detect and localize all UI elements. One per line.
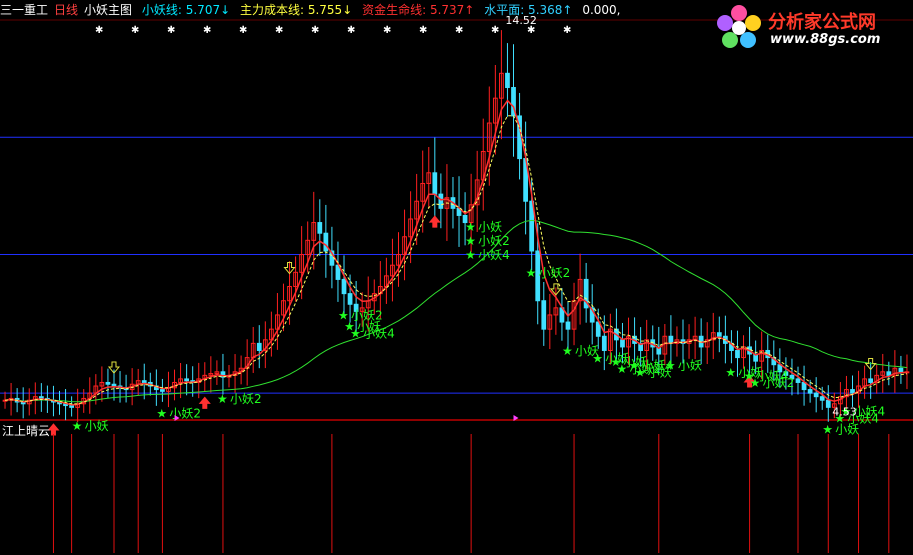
candle-body bbox=[317, 222, 323, 234]
star-label: 小妖 bbox=[478, 220, 502, 234]
header-star-mark: ✱ bbox=[383, 25, 391, 36]
header-star-mark: ✱ bbox=[95, 25, 103, 36]
candle-body bbox=[541, 300, 547, 330]
candle-body bbox=[505, 72, 510, 89]
star-icon: ★ bbox=[629, 358, 640, 372]
candle-body bbox=[69, 405, 74, 408]
star-icon: ★ bbox=[217, 392, 228, 406]
candle-body bbox=[668, 335, 674, 344]
candle-body bbox=[323, 232, 329, 252]
header-star-mark: ✱ bbox=[275, 25, 283, 36]
header-star-mark: ✱ bbox=[167, 25, 175, 36]
candle-body bbox=[825, 399, 831, 408]
star-label: 小妖2 bbox=[539, 266, 571, 280]
header-star-mark: ✱ bbox=[311, 25, 319, 36]
header-star-mark: ✱ bbox=[239, 25, 247, 36]
star-icon: ★ bbox=[616, 362, 627, 376]
candle-body bbox=[716, 332, 722, 337]
price-label: 4.53 bbox=[832, 405, 857, 418]
star-icon: ★ bbox=[665, 358, 676, 372]
star-icon: ★ bbox=[350, 326, 361, 340]
star-icon: ★ bbox=[526, 266, 537, 280]
header-star-mark: ✱ bbox=[131, 25, 139, 36]
star-label: 小妖2 bbox=[478, 234, 510, 248]
star-label: 小妖4 bbox=[478, 248, 510, 262]
logo-title: 分析家公式网 bbox=[768, 12, 876, 33]
price-label: 14.52 bbox=[505, 14, 537, 27]
candle-body bbox=[886, 371, 892, 376]
star-label: 小妖 bbox=[85, 419, 109, 433]
candle-body bbox=[160, 389, 165, 392]
candle-body bbox=[795, 378, 801, 383]
candle-body bbox=[438, 193, 444, 209]
star-icon: ★ bbox=[465, 248, 476, 262]
header-star-mark: ✱ bbox=[455, 25, 463, 36]
star-icon: ★ bbox=[156, 406, 167, 420]
candle-body bbox=[256, 342, 262, 351]
lower-panel-label: 江上晴云 bbox=[2, 424, 51, 438]
candle-body bbox=[341, 278, 347, 295]
star-icon: ★ bbox=[592, 351, 603, 365]
star-icon: ★ bbox=[465, 220, 476, 234]
site-logo: 分析家公式网 www.88gs.com bbox=[712, 2, 913, 54]
star-label: 小妖2 bbox=[169, 406, 201, 420]
candle-body bbox=[184, 378, 190, 382]
candle-body bbox=[141, 380, 147, 383]
star-label: 小妖2 bbox=[763, 376, 795, 390]
candle-body bbox=[601, 335, 607, 351]
header-star-mark: ✱ bbox=[563, 25, 571, 36]
flower-logo-icon bbox=[717, 5, 761, 48]
header-star-mark: ✱ bbox=[491, 25, 499, 36]
candle-body bbox=[735, 349, 740, 359]
star-label: 小妖2 bbox=[230, 392, 262, 406]
candle-body bbox=[898, 367, 904, 373]
candle-body bbox=[807, 389, 813, 394]
candle-body bbox=[38, 396, 44, 399]
star-label: 小妖 bbox=[678, 358, 702, 372]
candle-body bbox=[813, 392, 819, 398]
star-label: 小妖4 bbox=[363, 326, 395, 340]
candle-body bbox=[432, 172, 438, 195]
price-chart: ✱ ✱ ✱ ✱ ✱ ✱ ✱ ✱ ✱ ✱ ✱ ✱ ✱ ✱★ 小妖★ 小妖2★ 小妖2★ 小妖2★ 小妖★ 小妖4★ 小妖★… bbox=[0, 14, 913, 553]
star-icon: ★ bbox=[725, 365, 736, 379]
header-star-mark: ✱ bbox=[347, 25, 355, 36]
buy-arrow-icon bbox=[198, 396, 211, 409]
logo-url: www.88gs.com bbox=[770, 32, 881, 47]
candle-body bbox=[105, 381, 111, 385]
star-icon: ★ bbox=[562, 344, 573, 358]
star-icon: ★ bbox=[465, 234, 476, 248]
star-icon: ★ bbox=[822, 422, 833, 436]
candle-body bbox=[111, 383, 117, 387]
star-label: 小妖4 bbox=[853, 405, 885, 419]
candle-body bbox=[565, 321, 571, 330]
candle-body bbox=[347, 293, 353, 305]
candle-body bbox=[620, 339, 625, 348]
header-star-mark: ✱ bbox=[419, 25, 427, 36]
candle-body bbox=[850, 389, 855, 394]
star-icon: ★ bbox=[72, 419, 83, 433]
buy-arrow-icon bbox=[428, 215, 441, 228]
header-star-mark: ✱ bbox=[203, 25, 211, 36]
star-icon: ★ bbox=[750, 376, 761, 390]
candle-body bbox=[868, 378, 874, 383]
candle-body bbox=[819, 396, 825, 401]
